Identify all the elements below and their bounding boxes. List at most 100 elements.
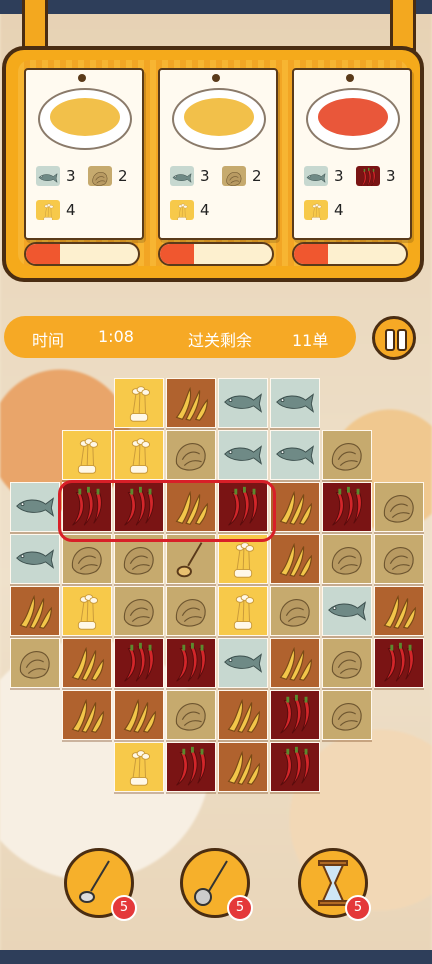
top-status-bar: [0, 0, 432, 14]
requirement-count: 4: [334, 201, 344, 219]
enoki-tile[interactable]: [62, 430, 112, 480]
order-progress-fill: [294, 244, 328, 264]
bamboo-tile[interactable]: [374, 586, 424, 636]
remaining-label: 过关剩余: [188, 331, 253, 350]
enoki-tile[interactable]: [114, 378, 164, 428]
cabbage-tile[interactable]: [166, 586, 216, 636]
pickled-fish-soup-icon: [172, 88, 266, 150]
pin-icon: [212, 74, 220, 82]
pause-icon: [385, 329, 395, 351]
cabbage-tile[interactable]: [322, 430, 372, 480]
enoki-tile[interactable]: [218, 586, 268, 636]
fish-tile[interactable]: [218, 430, 268, 480]
chili-tile[interactable]: [270, 690, 320, 740]
cabbage-tile[interactable]: [114, 586, 164, 636]
fish-tile[interactable]: [10, 482, 60, 532]
bamboo-tile[interactable]: [218, 690, 268, 740]
order-progress-bar: [292, 242, 408, 266]
enoki-mushroom-icon: [304, 200, 328, 220]
bamboo-tile[interactable]: [270, 534, 320, 584]
chili-tile[interactable]: [114, 638, 164, 688]
cabbage-tile[interactable]: [270, 586, 320, 636]
bamboo-tile[interactable]: [114, 690, 164, 740]
enoki-mushroom-icon: [170, 200, 194, 220]
bamboo-tile[interactable]: [270, 638, 320, 688]
order-requirement: 3: [304, 166, 344, 186]
requirement-count: 3: [334, 167, 344, 185]
chili-tile[interactable]: [270, 742, 320, 792]
order-requirement: 4: [304, 200, 344, 220]
order-progress-fill: [26, 244, 60, 264]
tool-count-badge: 5: [227, 895, 253, 921]
fish-tile[interactable]: [10, 534, 60, 584]
bottom-bar: [0, 950, 432, 964]
pin-icon: [78, 74, 86, 82]
cabbage-tile[interactable]: [374, 482, 424, 532]
order-requirement: 3: [356, 166, 396, 186]
time-label: 时间: [32, 331, 65, 350]
chili-tile[interactable]: [322, 482, 372, 532]
order-requirement: 4: [170, 200, 210, 220]
bamboo-tile[interactable]: [10, 586, 60, 636]
fish-icon: [304, 166, 328, 186]
order-requirement: 3: [36, 166, 76, 186]
fish-tile[interactable]: [218, 638, 268, 688]
order-requirement: 4: [36, 200, 76, 220]
order-requirement: 2: [88, 166, 128, 186]
requirement-count: 2: [252, 167, 262, 185]
pause-button[interactable]: [372, 316, 416, 360]
fish-icon: [170, 166, 194, 186]
enoki-mushroom-icon: [36, 200, 60, 220]
chili-pepper-icon: [356, 166, 380, 186]
fish-tile[interactable]: [322, 586, 372, 636]
chili-tile[interactable]: [166, 742, 216, 792]
hanging-strap-right: [390, 0, 416, 51]
order-requirement: 3: [170, 166, 210, 186]
cabbage-tile[interactable]: [166, 690, 216, 740]
pause-icon-bar: [397, 329, 407, 351]
order-card: 3 3 4: [292, 68, 412, 240]
remaining-value: 11单: [292, 331, 329, 350]
cabbage-tile[interactable]: [374, 534, 424, 584]
order-requirement: 2: [222, 166, 262, 186]
bamboo-tile[interactable]: [218, 742, 268, 792]
order-card: 3 2 4: [24, 68, 144, 240]
chili-tile[interactable]: [166, 638, 216, 688]
fish-tile[interactable]: [270, 378, 320, 428]
time-value: 1:08: [98, 327, 134, 346]
hourglass-tool-button[interactable]: 5: [298, 848, 371, 921]
cabbage-icon: [222, 166, 246, 186]
cabbage-tile[interactable]: [322, 534, 372, 584]
bamboo-tile[interactable]: [62, 690, 112, 740]
enoki-tile[interactable]: [114, 430, 164, 480]
boiled-fish-chili-icon: [306, 88, 400, 150]
cabbage-tile[interactable]: [166, 430, 216, 480]
requirement-count: 4: [200, 201, 210, 219]
pin-icon: [346, 74, 354, 82]
tool-count-badge: 5: [111, 895, 137, 921]
cabbage-tile[interactable]: [10, 638, 60, 688]
ladle-tool-button[interactable]: 5: [180, 848, 253, 921]
bamboo-tile[interactable]: [62, 638, 112, 688]
requirement-count: 3: [66, 167, 76, 185]
enoki-tile[interactable]: [62, 586, 112, 636]
requirement-count: 3: [200, 167, 210, 185]
cabbage-tile[interactable]: [322, 690, 372, 740]
fish-tile[interactable]: [270, 430, 320, 480]
enoki-tile[interactable]: [114, 742, 164, 792]
cabbage-tile[interactable]: [322, 638, 372, 688]
order-progress-bar: [24, 242, 140, 266]
chili-tile[interactable]: [374, 638, 424, 688]
bamboo-tile[interactable]: [166, 378, 216, 428]
fish-icon: [36, 166, 60, 186]
spoon-tool-button[interactable]: 5: [64, 848, 137, 921]
level-info-bar: 时间 1:08 过关剩余 11单: [4, 316, 356, 358]
hanging-strap-left: [22, 0, 48, 51]
requirement-count: 3: [386, 167, 396, 185]
requirement-count: 2: [118, 167, 128, 185]
tool-count-badge: 5: [345, 895, 371, 921]
fish-tile[interactable]: [218, 378, 268, 428]
cabbage-icon: [88, 166, 112, 186]
bamboo-tile[interactable]: [270, 482, 320, 532]
order-card: 3 2 4: [158, 68, 278, 240]
